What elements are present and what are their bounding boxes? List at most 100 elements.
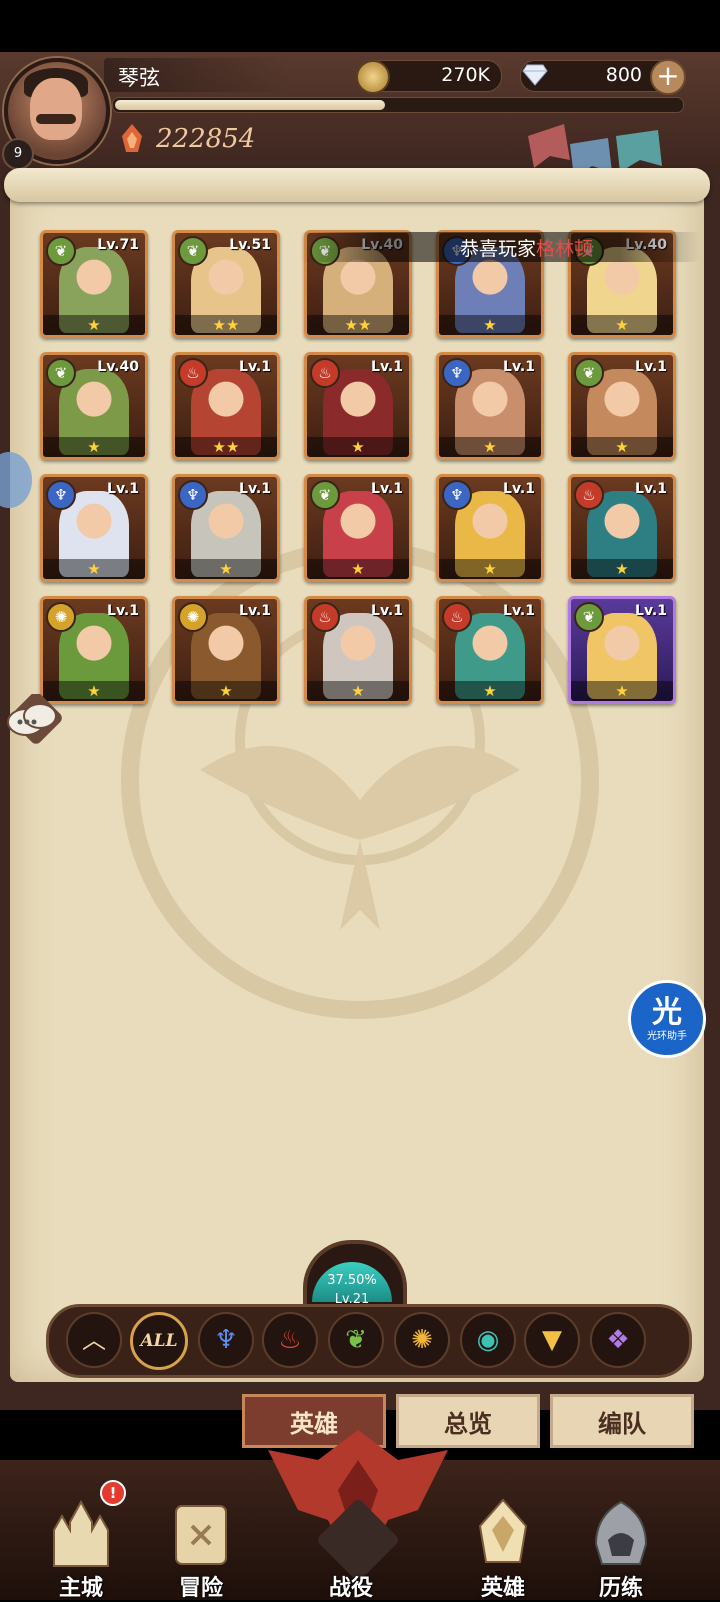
hero-star-rating: ★ xyxy=(307,437,409,457)
exp-bar xyxy=(112,97,684,113)
hero-level: Lv.1 xyxy=(503,359,535,375)
hero-card[interactable]: ♆ Lv.1 ★ xyxy=(436,474,544,582)
gold-amount: 270K xyxy=(441,64,490,86)
hero-level: Lv.1 xyxy=(635,481,667,497)
halo-assistant-label: 光环助手 xyxy=(647,1031,687,1042)
hero-card[interactable]: ♨ Lv.1 ★ xyxy=(436,596,544,704)
hero-card[interactable]: ❦ Lv.1 ★ xyxy=(568,596,676,704)
hero-star-rating: ★ xyxy=(175,559,277,579)
nav-heroes-label: 英雄 xyxy=(480,1576,525,1601)
announcement-text: 恭喜玩家格林顿 xyxy=(460,234,593,261)
nav-city-label: 主城 xyxy=(58,1576,103,1601)
water-element-icon: ♆ xyxy=(442,358,472,388)
hero-level: Lv.51 xyxy=(229,237,271,253)
nature-element-icon: ❦ xyxy=(46,358,76,388)
hero-star-rating: ★ xyxy=(43,315,145,335)
mystic-icon: ◉ xyxy=(476,1325,500,1355)
halo-assistant-logo: 光 xyxy=(652,995,682,1030)
hero-level: Lv.1 xyxy=(239,359,271,375)
hero-level: Lv.40 xyxy=(97,359,139,375)
hero-card[interactable]: ❦ Lv.40 ★ xyxy=(40,352,148,460)
hero-card[interactable]: ♨ Lv.1 ★★ xyxy=(172,352,280,460)
player-level-badge: 9 xyxy=(2,138,34,170)
add-gems-button[interactable]: + xyxy=(650,59,686,95)
hero-card[interactable]: ❦ Lv.1 ★ xyxy=(568,352,676,460)
filter-all-button[interactable]: ALL xyxy=(130,1312,188,1370)
hero-card[interactable]: ♆ Lv.1 ★ xyxy=(40,474,148,582)
hero-level: Lv.1 xyxy=(239,603,271,619)
hero-star-rating: ★★ xyxy=(175,437,277,457)
hero-star-rating: ★ xyxy=(439,559,541,579)
filter-fire-button[interactable]: ♨ xyxy=(262,1312,318,1368)
hero-level: Lv.1 xyxy=(635,603,667,619)
filter-collapse-button[interactable]: ︿ xyxy=(66,1312,122,1368)
filter-void-button[interactable]: ❖ xyxy=(590,1312,646,1368)
nav-campaign[interactable]: 战役 xyxy=(296,1490,406,1601)
hero-star-rating: ★ xyxy=(439,681,541,701)
filter-light-button[interactable]: ✺ xyxy=(394,1312,450,1368)
combat-power-icon xyxy=(122,124,142,152)
scroll-rod xyxy=(4,168,710,202)
nav-trials[interactable]: 历练 xyxy=(566,1490,676,1601)
castle-icon xyxy=(53,1499,109,1567)
filter-water-button[interactable]: ♆ xyxy=(198,1312,254,1368)
filter-celestial-button[interactable]: ▼ xyxy=(524,1312,580,1368)
hero-card[interactable]: ❦ Lv.51 ★★ xyxy=(172,230,280,338)
fire-element-icon: ♨ xyxy=(310,358,340,388)
nature-element-icon: ❦ xyxy=(310,480,340,510)
halo-assistant-button[interactable]: 光 光环助手 xyxy=(628,980,706,1058)
hero-level: Lv.1 xyxy=(239,481,271,497)
nav-adventure-label: 冒险 xyxy=(178,1576,223,1601)
hero-card[interactable]: ♨ Lv.1 ★ xyxy=(568,474,676,582)
hero-level: Lv.71 xyxy=(97,237,139,253)
hero-star-rating: ★ xyxy=(439,315,541,335)
hero-card[interactable]: ❦ Lv.71 ★ xyxy=(40,230,148,338)
hero-level: Lv.1 xyxy=(503,481,535,497)
hero-star-rating: ★ xyxy=(571,681,673,701)
water-element-icon: ♆ xyxy=(178,480,208,510)
fire-icon: ♨ xyxy=(278,1325,302,1355)
nav-city[interactable]: 主城 xyxy=(26,1490,136,1601)
nav-trials-label: 历练 xyxy=(598,1576,643,1601)
hero-card[interactable]: ✺ Lv.1 ★ xyxy=(40,596,148,704)
filter-nature-button[interactable]: ❦ xyxy=(328,1312,384,1368)
nature-icon: ❦ xyxy=(345,1325,367,1355)
fire-element-icon: ♨ xyxy=(442,602,472,632)
hero-level: Lv.1 xyxy=(371,359,403,375)
hero-star-rating: ★ xyxy=(571,559,673,579)
hero-level: Lv.1 xyxy=(107,481,139,497)
chat-icon[interactable] xyxy=(4,694,62,750)
collapse-icon: ︿ xyxy=(82,1326,106,1354)
nature-element-icon: ❦ xyxy=(46,236,76,266)
hero-star-rating: ★★ xyxy=(175,315,277,335)
filter-mystic-button[interactable]: ◉ xyxy=(460,1312,516,1368)
trials-hood-icon xyxy=(594,1500,648,1565)
hero-card[interactable]: ♨ Lv.1 ★ xyxy=(304,596,412,704)
hero-star-rating: ★ xyxy=(43,559,145,579)
nav-heroes[interactable]: 英雄 xyxy=(448,1490,558,1601)
hero-card[interactable]: ♆ Lv.1 ★ xyxy=(172,474,280,582)
hero-star-rating: ★ xyxy=(43,437,145,457)
notification-badge: ! xyxy=(100,1480,126,1506)
hero-star-rating: ★ xyxy=(571,437,673,457)
nav-campaign-label: 战役 xyxy=(328,1576,373,1601)
hero-level: Lv.1 xyxy=(503,603,535,619)
nav-adventure[interactable]: 冒险 xyxy=(146,1490,256,1601)
nature-element-icon: ❦ xyxy=(574,358,604,388)
hero-star-rating: ★ xyxy=(307,681,409,701)
void-icon: ❖ xyxy=(606,1325,630,1355)
level-progress-percent: 37.50% xyxy=(327,1273,377,1288)
tab-team[interactable]: 编队 xyxy=(550,1394,694,1448)
hero-card[interactable]: ❦ Lv.1 ★ xyxy=(304,474,412,582)
fire-element-icon: ♨ xyxy=(574,480,604,510)
fire-element-icon: ♨ xyxy=(178,358,208,388)
nature-element-icon: ❦ xyxy=(178,236,208,266)
hero-star-rating: ★ xyxy=(439,437,541,457)
light-icon: ✺ xyxy=(411,1325,433,1355)
hero-card[interactable]: ♨ Lv.1 ★ xyxy=(304,352,412,460)
status-bar xyxy=(0,0,720,52)
hero-card[interactable]: ♆ Lv.1 ★ xyxy=(436,352,544,460)
hero-star-rating: ★ xyxy=(571,315,673,335)
hero-card[interactable]: ✺ Lv.1 ★ xyxy=(172,596,280,704)
nature-element-icon: ❦ xyxy=(574,602,604,632)
